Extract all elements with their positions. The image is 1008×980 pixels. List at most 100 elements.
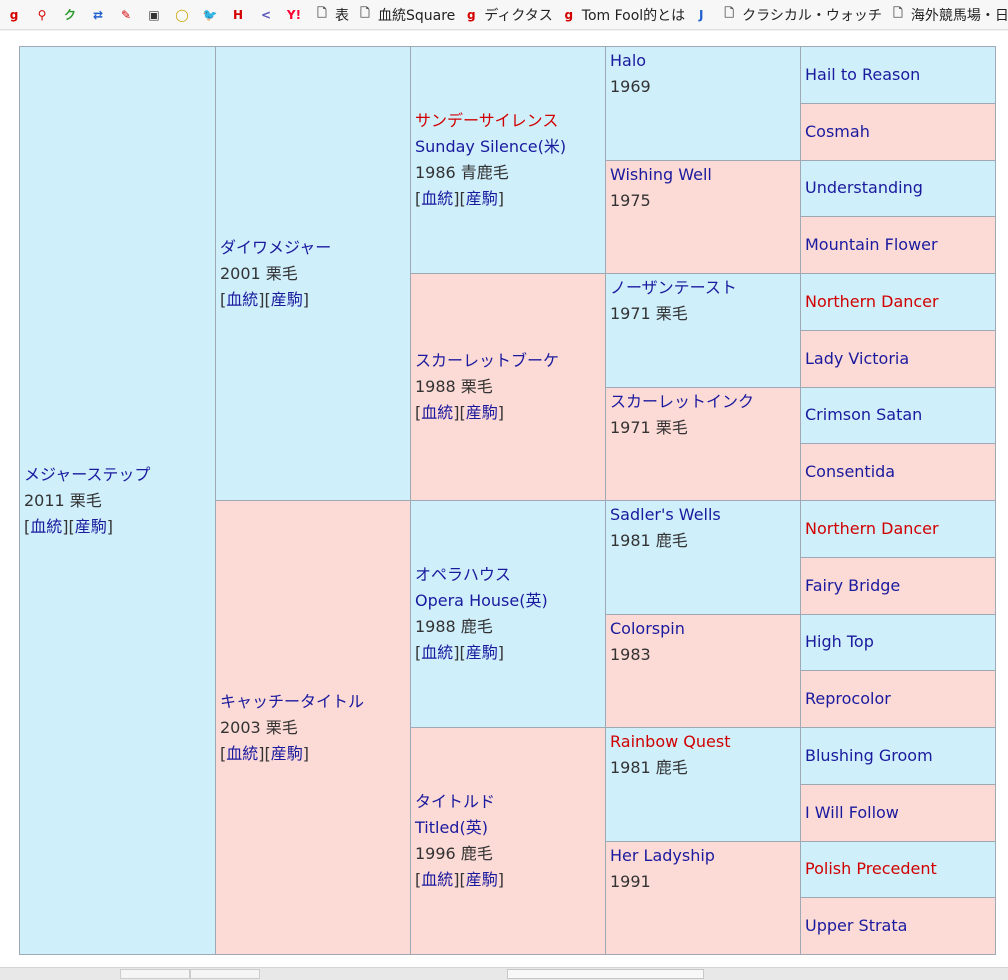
horse-name-link[interactable]: Cosmah [805,122,870,141]
horse-name-link[interactable]: ノーザンテースト [610,275,800,301]
horse-links: [血統][産駒] [415,189,505,208]
horse-name-link[interactable]: Northern Dancer [805,292,939,311]
scrollbar-segment [190,969,260,979]
bookmark-item[interactable]: J [689,0,713,29]
horse-links: [血統][産駒] [220,289,310,309]
pedigree-link[interactable]: 血統 [226,290,258,309]
pedigree-link[interactable]: 血統 [421,189,453,208]
horse-name-link[interactable]: Mountain Flower [805,235,938,254]
horse-name-link[interactable]: タイトルド [415,792,495,811]
pedigree-cell: Understanding [800,159,996,218]
offspring-link[interactable]: 産駒 [271,290,303,309]
pedigree-cell: Blushing Groom [800,727,996,785]
horse-name-link[interactable]: スカーレットブーケ [415,351,559,370]
pedigree-cell: Lady Victoria [800,329,996,388]
pedigree-link[interactable]: 血統 [421,643,453,662]
bookmark-item[interactable]: 🗋 クラシカル・ウォッチ [717,0,882,29]
horse-name-link[interactable]: Wishing Well [610,162,800,188]
horse-name-link[interactable]: Lady Victoria [805,349,909,368]
horse-name-link[interactable]: Rainbow Quest [610,729,800,755]
horse-english-name: Sunday Silence(米) [415,137,567,156]
pedigree-cell: サンデーサイレンス Sunday Silence(米) 1986 青鹿毛 [血統][産… [410,46,606,274]
horse-year-color: 1986 青鹿毛 [415,163,509,182]
pedigree-cell: Wishing Well 1975 [605,159,801,274]
offspring-link[interactable]: 産駒 [75,517,107,536]
bookmark-item[interactable]: ▣ [142,0,166,29]
bookmark-item[interactable]: g Tom Fool的とは [557,0,686,29]
horse-name-link[interactable]: Understanding [805,178,923,197]
horse-name-link[interactable]: Halo [610,48,800,74]
horse-name-link[interactable]: キャッチータイトル [220,692,364,711]
pedigree-cell: Northern Dancer [800,273,996,331]
horse-english-name: Titled(英) [415,818,488,837]
offspring-link[interactable]: 産駒 [271,744,303,763]
bookmark-item[interactable]: < [254,0,278,29]
pedigree-cell: メジャーステップ 2011 栗毛 [血統][産駒] [19,46,216,955]
horse-name-link[interactable]: Reprocolor [805,689,891,708]
pedigree-link[interactable]: 血統 [226,744,258,763]
pedigree-cell: Colorspin 1983 [605,613,801,728]
horizontal-scrollbar[interactable] [0,967,1008,980]
offspring-link[interactable]: 産駒 [466,403,498,422]
bookmark-item[interactable]: ✎ [114,0,138,29]
pedigree-cell: Crimson Satan [800,386,996,445]
horse-name-link[interactable]: Her Ladyship [610,843,800,869]
bookmark-item[interactable]: Y! [282,0,306,29]
horse-name-link[interactable]: High Top [805,632,874,651]
horse-year-color: 2003 栗毛 [220,717,298,737]
horse-year-color: 1996 鹿毛 [415,844,493,863]
horse-name-link[interactable]: Hail to Reason [805,65,920,84]
bookmark-item[interactable]: ⚲ [30,0,54,29]
page-content: メジャーステップ 2011 栗毛 [血統][産駒] ダイワメジャー 2001 栗毛 [血統… [0,31,1008,979]
bookmark-item[interactable]: H [226,0,250,29]
horse-name-link[interactable]: Consentida [805,462,895,481]
pedigree-cell: Northern Dancer [800,500,996,558]
bookmark-item[interactable]: ク [58,0,82,29]
bookmark-item[interactable]: 🗋 表 [310,0,349,29]
bookmark-label: クラシカル・ウォッチ [742,7,882,24]
horse-name-link[interactable]: サンデーサイレンス [415,111,558,130]
pedigree-cell: ノーザンテースト 1971 栗毛 [605,273,801,388]
bookmark-icon: ⚲ [37,7,47,22]
pedigree-cell: I Will Follow [800,783,996,842]
horse-links: [血統][産駒] [415,643,505,662]
horse-name-link[interactable]: Northern Dancer [805,519,939,538]
horse-links: [血統][産駒] [24,516,114,536]
horse-name-link[interactable]: Blushing Groom [805,746,933,765]
pedigree-cell: スカーレットインク 1971 栗毛 [605,386,801,501]
horse-name-link[interactable]: I Will Follow [805,803,899,822]
scrollbar-thumb[interactable] [507,969,704,979]
horse-name-link[interactable]: Sadler's Wells [610,502,800,528]
pedigree-cell: Sadler's Wells 1981 鹿毛 [605,500,801,615]
horse-name-link[interactable]: Upper Strata [805,916,907,935]
horse-name-link[interactable]: スカーレットインク [610,389,800,415]
horse-name-link[interactable]: Crimson Satan [805,405,922,424]
bookmark-item[interactable]: ◯ [170,0,194,29]
bookmark-item[interactable]: 🗋 血統Square [353,0,455,29]
bookmark-item[interactable]: 🗋 海外競馬場・日程 [886,0,1008,29]
pedigree-cell: Cosmah [800,102,996,161]
pedigree-link[interactable]: 血統 [421,870,453,889]
horse-name-link[interactable]: Colorspin [610,616,800,642]
bookmark-icon: ◯ [175,7,189,22]
horse-name-link[interactable]: メジャーステップ [24,465,150,484]
bookmark-item[interactable]: ⇄ [86,0,110,29]
horse-name-link[interactable]: Polish Precedent [805,859,937,878]
horse-links: [血統][産駒] [220,743,310,763]
pedigree-link[interactable]: 血統 [421,403,453,422]
scrollbar-segment [120,969,190,979]
offspring-link[interactable]: 産駒 [466,189,498,208]
pedigree-cell: オペラハウス Opera House(英) 1988 鹿毛 [血統][産駒] [410,500,606,728]
bookmark-item[interactable]: g [2,0,26,29]
offspring-link[interactable]: 産駒 [466,643,498,662]
bookmark-label: Tom Fool的とは [581,7,686,24]
horse-name-link[interactable]: オペラハウス [415,565,511,584]
bookmark-item[interactable]: g ディクタス [459,0,553,29]
offspring-link[interactable]: 産駒 [466,870,498,889]
horse-name-link[interactable]: ダイワメジャー [220,238,331,257]
pedigree-link[interactable]: 血統 [30,517,62,536]
horse-name-link[interactable]: Fairy Bridge [805,576,900,595]
bookmark-item[interactable]: 🐦 [198,0,222,29]
horse-year-color: 2001 栗毛 [220,263,298,283]
pedigree-cell: Reprocolor [800,670,996,728]
